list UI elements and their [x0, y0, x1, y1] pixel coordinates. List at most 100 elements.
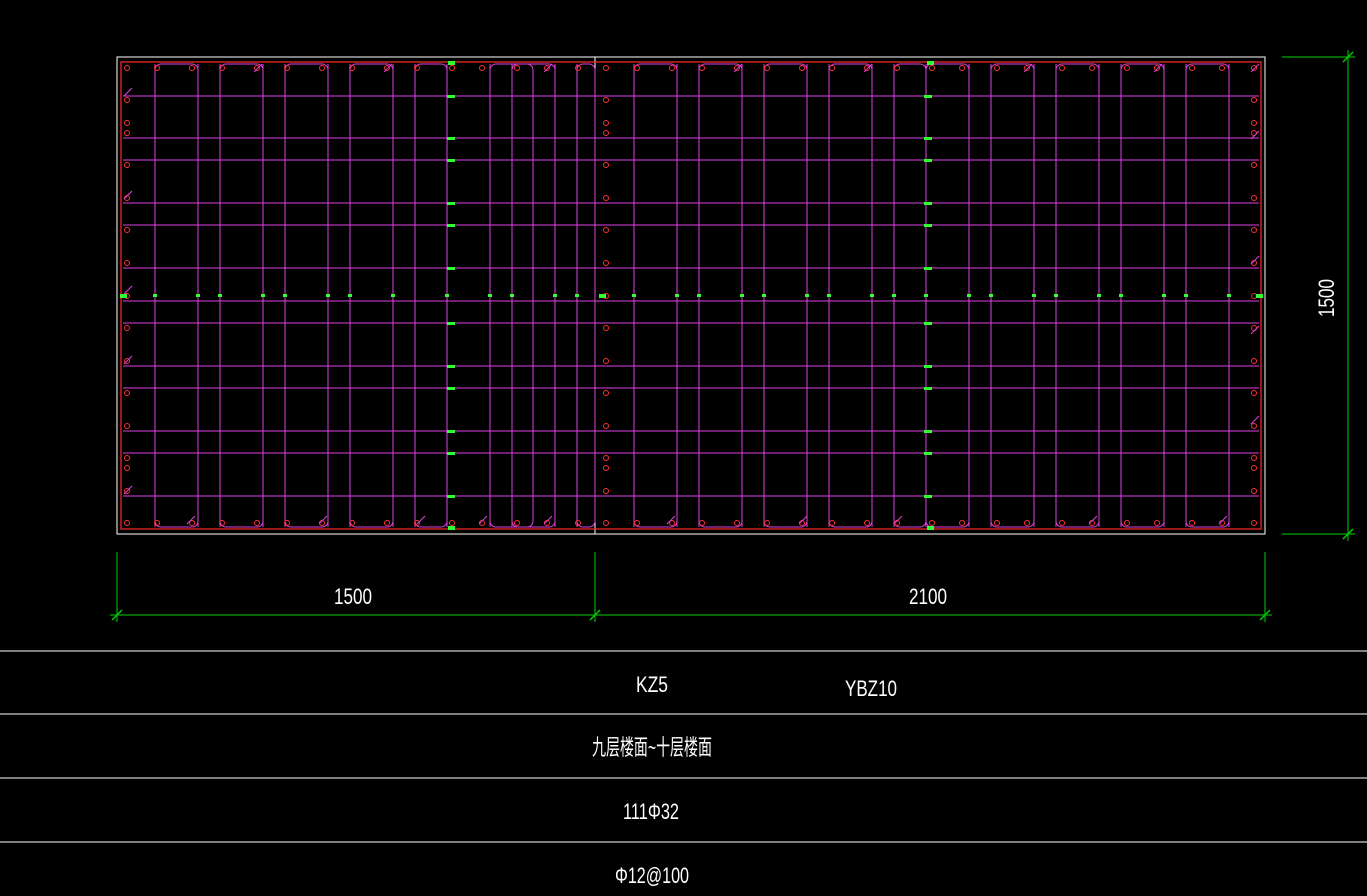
dim-label-1500-vertical: 1500 — [1314, 279, 1339, 317]
rebar-top — [1251, 65, 1257, 71]
column-name-kz5: KZ5 — [636, 672, 668, 697]
tie-mark — [924, 495, 932, 498]
hook-tick — [123, 87, 133, 97]
rebar-top — [864, 65, 870, 71]
tie-mark — [924, 365, 932, 368]
tie-mark — [1256, 294, 1263, 298]
tie-mark — [927, 61, 934, 65]
tie-mark — [924, 159, 932, 162]
rebar-mid — [603, 130, 609, 136]
rebar-top — [384, 65, 390, 71]
rebar-mid — [603, 488, 609, 494]
tie-mark — [1032, 294, 1036, 297]
rebar-right — [1251, 488, 1257, 494]
rebar-top — [544, 65, 550, 71]
rebar-right — [1251, 293, 1257, 299]
tie-mark — [1227, 294, 1231, 297]
tie-mark — [924, 430, 932, 433]
rebar-bottom — [603, 520, 609, 526]
perimeter-hoop — [120, 61, 1262, 530]
tie-mark — [989, 294, 993, 297]
tie-mark — [448, 61, 455, 65]
rebar-bottom — [634, 520, 640, 526]
tie-mark — [553, 294, 557, 297]
rebar-mid — [603, 97, 609, 103]
tie-mark — [924, 202, 932, 205]
rebar-bottom — [384, 520, 390, 526]
stirrup-hoop — [1120, 63, 1165, 528]
rebar-left — [124, 390, 130, 396]
tie-mark — [326, 294, 330, 297]
rebar-bottom — [959, 520, 965, 526]
rebar-bottom — [514, 520, 520, 526]
cad-drawing-canvas: 1500 2100 1500 KZ5 YBZ10 九层楼面~十层楼面 111Φ3… — [0, 50, 1367, 888]
rebar-mid — [603, 423, 609, 429]
hook-tick — [123, 285, 133, 295]
rebar-top — [699, 65, 705, 71]
vertical-dimension: 1500 — [1282, 50, 1355, 541]
rebar-left — [124, 120, 130, 126]
rebar-bottom — [1154, 520, 1160, 526]
stirrup-hoop — [925, 63, 970, 528]
tie-mark — [488, 294, 492, 297]
tie-grid — [123, 64, 1259, 527]
tie-mark — [447, 224, 455, 227]
rebar-top — [1124, 65, 1130, 71]
tie-mark — [120, 294, 127, 298]
rebar-bottom — [699, 520, 705, 526]
rebar-top — [669, 65, 675, 71]
tie-mark — [892, 294, 896, 297]
rebar-left — [124, 130, 130, 136]
tie-mark — [447, 202, 455, 205]
rebar-left — [124, 260, 130, 266]
hook-tick — [416, 515, 426, 525]
tie-mark — [762, 294, 766, 297]
tie-mark — [675, 294, 679, 297]
rebar-bottom — [254, 520, 260, 526]
rebar-right — [1251, 358, 1257, 364]
rebar-top — [449, 65, 455, 71]
rebar-bottom — [1059, 520, 1065, 526]
rebar-top — [959, 65, 965, 71]
rebar-bottom — [124, 520, 130, 526]
tie-mark — [1119, 294, 1123, 297]
dim-label-2100: 2100 — [909, 584, 947, 609]
tie-mark — [447, 267, 455, 270]
longitudinal-bars — [123, 63, 1260, 526]
hook-tick — [123, 190, 133, 200]
section-outline — [116, 56, 1266, 535]
tie-mark — [445, 294, 449, 297]
schedule-table: KZ5 YBZ10 九层楼面~十层楼面 111Φ32 Φ12@100 — [0, 650, 1367, 888]
stirrup-hoop — [893, 63, 927, 528]
rebar-mid — [603, 227, 609, 233]
rebar-mid — [603, 162, 609, 168]
tie-mark — [924, 137, 932, 140]
rebar-top — [799, 65, 805, 71]
hook-tick — [666, 515, 676, 525]
rebar-bottom — [994, 520, 1000, 526]
rebar-top — [764, 65, 770, 71]
tie-mark — [447, 137, 455, 140]
stirrup-hoop — [698, 63, 743, 528]
rebar-right — [1251, 465, 1257, 471]
hook-tick — [1250, 415, 1260, 425]
tie-mark — [827, 294, 831, 297]
hook-tick — [543, 515, 553, 525]
tie-mark — [967, 294, 971, 297]
tie-mark — [924, 267, 932, 270]
hook-tick — [478, 515, 488, 525]
stirrup-spec: Φ12@100 — [615, 863, 689, 888]
tie-mark — [447, 387, 455, 390]
rebar-left — [124, 325, 130, 331]
tie-mark — [261, 294, 265, 297]
stirrup-hoop — [284, 63, 329, 528]
hook-tick — [186, 515, 196, 525]
tie-mark — [924, 224, 932, 227]
tie-mark — [1054, 294, 1058, 297]
column-section — [116, 56, 1266, 535]
stirrup-hoop — [763, 63, 808, 528]
rebar-left — [124, 227, 130, 233]
rebar-bottom — [1189, 520, 1195, 526]
rebar-top — [189, 65, 195, 71]
rebar-mid — [603, 195, 609, 201]
